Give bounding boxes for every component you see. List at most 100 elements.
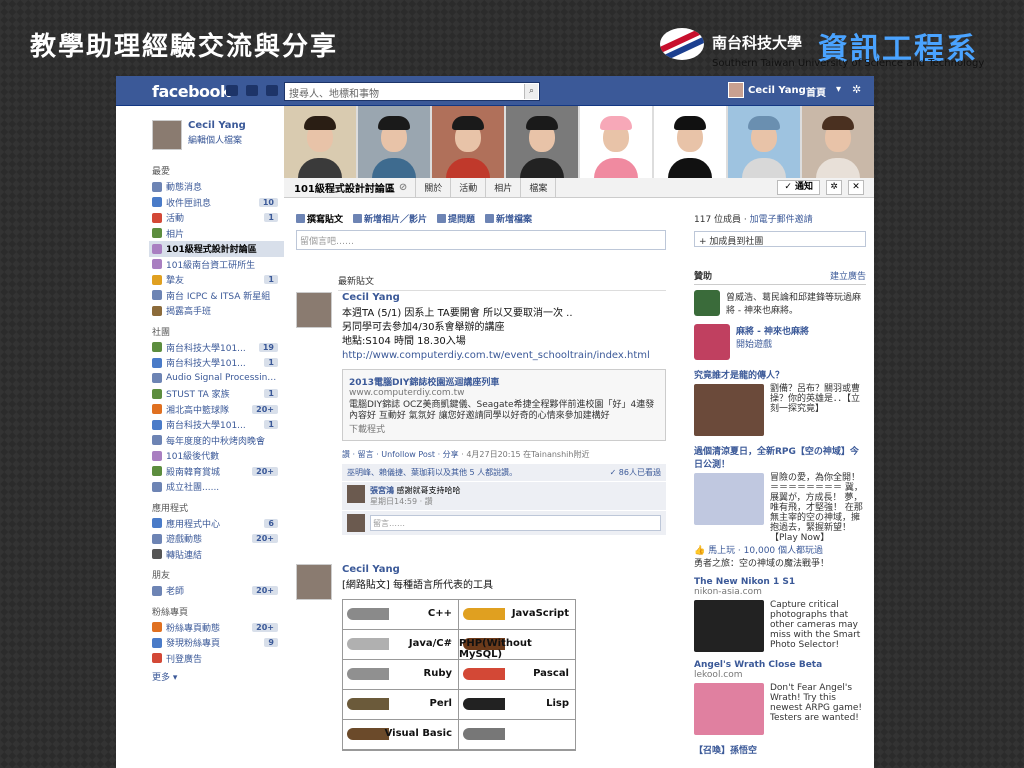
group-header-bar: 101級程式設計討論區 ⊘ 關於 活動 相片 檔案 ✓ 通知 ✲ ✕ [284, 178, 874, 198]
home-link[interactable]: 首頁 [806, 84, 826, 99]
ad-title[interactable]: The New Nikon 1 S1 [694, 577, 866, 587]
game-ad[interactable]: 曾威浩、葛民論和邱建鋒等玩過麻將 - 神來也麻將。 [694, 290, 866, 316]
post-author[interactable]: Cecil Yang [342, 292, 666, 303]
ad-title[interactable]: 【召喚】孫悟空 [694, 743, 866, 756]
create-ad-link[interactable]: 建立廣告 [830, 269, 866, 282]
composer-tabs: 撰寫貼文 新增相片／影片 提問題 新增檔案 [296, 212, 666, 225]
ad-item[interactable]: Angel's Wrath Close Beta lekool.com Don't … [694, 660, 866, 735]
sidebar-item[interactable]: 南台科技大學101... 1 [152, 417, 284, 433]
game-ad[interactable]: 麻將 - 神來也麻將 開始遊戲 [694, 324, 866, 360]
likes-text[interactable]: 巫明峰、賴儀捷、葉珈莉以及其他 5 人都說讚。 [347, 467, 517, 478]
sidebar-item[interactable]: 遊戲動態 20+ [152, 531, 284, 547]
composer-input[interactable]: 留個言吧…… [296, 230, 666, 250]
tab-about[interactable]: 關於 [416, 178, 452, 197]
sidebar-item[interactable]: 活動 1 [152, 210, 284, 226]
sidebar-item-icon [152, 466, 162, 477]
sidebar-item-icon [152, 228, 162, 239]
ad-item[interactable]: 【召喚】孫悟空 [694, 743, 866, 756]
tab-ask-question[interactable]: 提問題 [437, 212, 475, 225]
group-settings-gear-icon[interactable]: ✲ [826, 180, 842, 195]
comment-input[interactable]: 留言…… [370, 515, 661, 531]
play-game-link[interactable]: 開始遊戲 [736, 337, 809, 350]
more-link[interactable]: 更多 ▾ [152, 670, 284, 683]
comment-author[interactable]: 張宮鴻 [370, 486, 394, 495]
attachment-title[interactable]: 2013電腦DIY錦誌校園巡迴講座列車 [349, 375, 659, 388]
search-icon[interactable]: ⌕ [524, 84, 538, 99]
sidebar-item[interactable]: 粉絲專頁動態 20+ [152, 620, 284, 636]
facebook-logo[interactable]: facebook [152, 82, 231, 101]
sidebar-item[interactable]: 南台科技大學101... 1 [152, 355, 284, 371]
add-member-input[interactable]: + 加成員到社團 [694, 231, 866, 247]
edit-profile-link[interactable]: 編輯個人檔案 [188, 133, 246, 146]
language-cell: PHP(Without MySQL) [459, 630, 575, 660]
ad-title[interactable]: 過個清涼夏日，全新RPG【空の神域】今日公測！ [694, 444, 866, 470]
sidebar-item[interactable]: 動態消息 [152, 179, 284, 195]
invite-email-link[interactable]: 加電子郵件邀請 [750, 215, 813, 225]
ad-image[interactable] [694, 600, 764, 652]
post-author[interactable]: Cecil Yang [342, 564, 666, 575]
sidebar-item[interactable]: 老師 20+ [152, 583, 284, 599]
sidebar-item[interactable]: 成立社團...... [152, 479, 284, 495]
sidebar-item[interactable]: 南台科技大學101... 19 [152, 340, 284, 356]
gear-icon[interactable]: ✲ [852, 83, 861, 96]
sidebar-item[interactable]: 101級後代數 [152, 448, 284, 464]
group-name[interactable]: 101級程式設計討論區 ⊘ [284, 178, 417, 197]
tab-events[interactable]: 活動 [451, 178, 487, 197]
messages-icon[interactable] [246, 85, 258, 96]
avatar[interactable] [296, 292, 332, 328]
close-icon[interactable]: ✕ [848, 180, 864, 195]
sidebar-item[interactable]: 刊登廣告 [152, 651, 284, 667]
group-cover-photo[interactable] [284, 106, 874, 178]
notifications-button[interactable]: ✓ 通知 [777, 180, 820, 195]
sidebar-item[interactable]: 101級程式設計討論區 [149, 241, 284, 257]
ad-item[interactable]: The New Nikon 1 S1 nikon-asia.com Capture … [694, 577, 866, 652]
top-user-link[interactable]: Cecil Yang [728, 82, 806, 98]
post-link[interactable]: http://www.computerdiy.com.tw/event_scho… [342, 349, 666, 363]
sidebar-item[interactable]: STUST TA 家族 1 [152, 386, 284, 402]
sidebar-item[interactable]: 相片 [152, 226, 284, 242]
tab-files[interactable]: 檔案 [521, 178, 557, 197]
notifications-icon[interactable] [266, 85, 278, 96]
sidebar-item-icon [152, 342, 162, 353]
account-menu-icon[interactable]: ▾ [836, 84, 841, 95]
friend-requests-icon[interactable] [226, 85, 238, 96]
sidebar-item[interactable]: 101級南台資工研所生 [152, 257, 284, 273]
ad-image[interactable] [694, 683, 764, 735]
profile-block[interactable]: Cecil Yang 編輯個人檔案 [152, 120, 284, 150]
ad-image[interactable] [694, 384, 764, 436]
sidebar-item[interactable]: 殿南韓育賞城 20+ [152, 464, 284, 480]
tab-write-post[interactable]: 撰寫貼文 [296, 212, 343, 225]
sidebar-item[interactable]: 湘北高中籃球隊 20+ [152, 402, 284, 418]
sidebar-item[interactable]: 應用程式中心 6 [152, 516, 284, 532]
post-actions[interactable]: 讚 · 留言 · Unfollow Post · 分享 [342, 450, 459, 459]
ad-likes[interactable]: 👍 馬上玩 · 10,000 個人都玩過 [694, 543, 866, 556]
ad-title[interactable]: 究竟誰才是龍的傳人？ [694, 368, 866, 381]
sidebar-item-icon [152, 212, 162, 223]
ad-item[interactable]: 究竟誰才是龍的傳人？ 劉備？呂布？關羽或曹操？你的英雄是．．【立刻一探究竟】 [694, 368, 866, 436]
sidebar-item[interactable]: Audio Signal Processing... [152, 371, 284, 387]
avatar[interactable] [347, 485, 365, 503]
sidebar-item[interactable]: 南台 ICPC & ITSA 新星組 [152, 288, 284, 304]
sponsored-label: 贊助 [694, 272, 713, 282]
sidebar-item[interactable]: 揭露高手班 [152, 303, 284, 319]
tab-add-photo[interactable]: 新增相片／影片 [353, 212, 427, 225]
profile-name[interactable]: Cecil Yang [188, 120, 246, 131]
search-input[interactable]: 搜尋人、地標和事物 ⌕ [284, 82, 540, 101]
sidebar-item[interactable]: 摯友 1 [152, 272, 284, 288]
post-line: 本週TA (5/1) 因系上 TA要開會 所以又要取消一次 .. [342, 308, 573, 319]
link-attachment[interactable]: 2013電腦DIY錦誌校園巡迴講座列車 www.computerdiy.com.… [342, 369, 666, 441]
ad-title[interactable]: Angel's Wrath Close Beta [694, 660, 866, 670]
language-tools-image[interactable]: C++ JavaScript Java/C# PHP(Without MySQL) Ru… [342, 599, 576, 751]
ad-image[interactable] [694, 473, 764, 525]
avatar[interactable] [296, 564, 332, 600]
sidebar-item-icon [152, 305, 162, 316]
sidebar-item[interactable]: 轉貼連結 [152, 547, 284, 563]
sidebar-item[interactable]: 發現粉絲專頁 9 [152, 635, 284, 651]
tab-add-file[interactable]: 新增檔案 [485, 212, 532, 225]
sidebar-item[interactable]: 收件匣訊息 10 [152, 195, 284, 211]
seen-count[interactable]: ✓ 86人已看過 [610, 467, 661, 478]
game-title[interactable]: 麻將 - 神來也麻將 [736, 324, 809, 337]
ad-item[interactable]: 過個清涼夏日，全新RPG【空の神域】今日公測！ 冒險の愛，為你全開！＝＝＝＝＝＝＝… [694, 444, 866, 569]
tab-photos[interactable]: 相片 [486, 178, 522, 197]
sidebar-item[interactable]: 每年度度的中秋烤肉晚會 [152, 433, 284, 449]
